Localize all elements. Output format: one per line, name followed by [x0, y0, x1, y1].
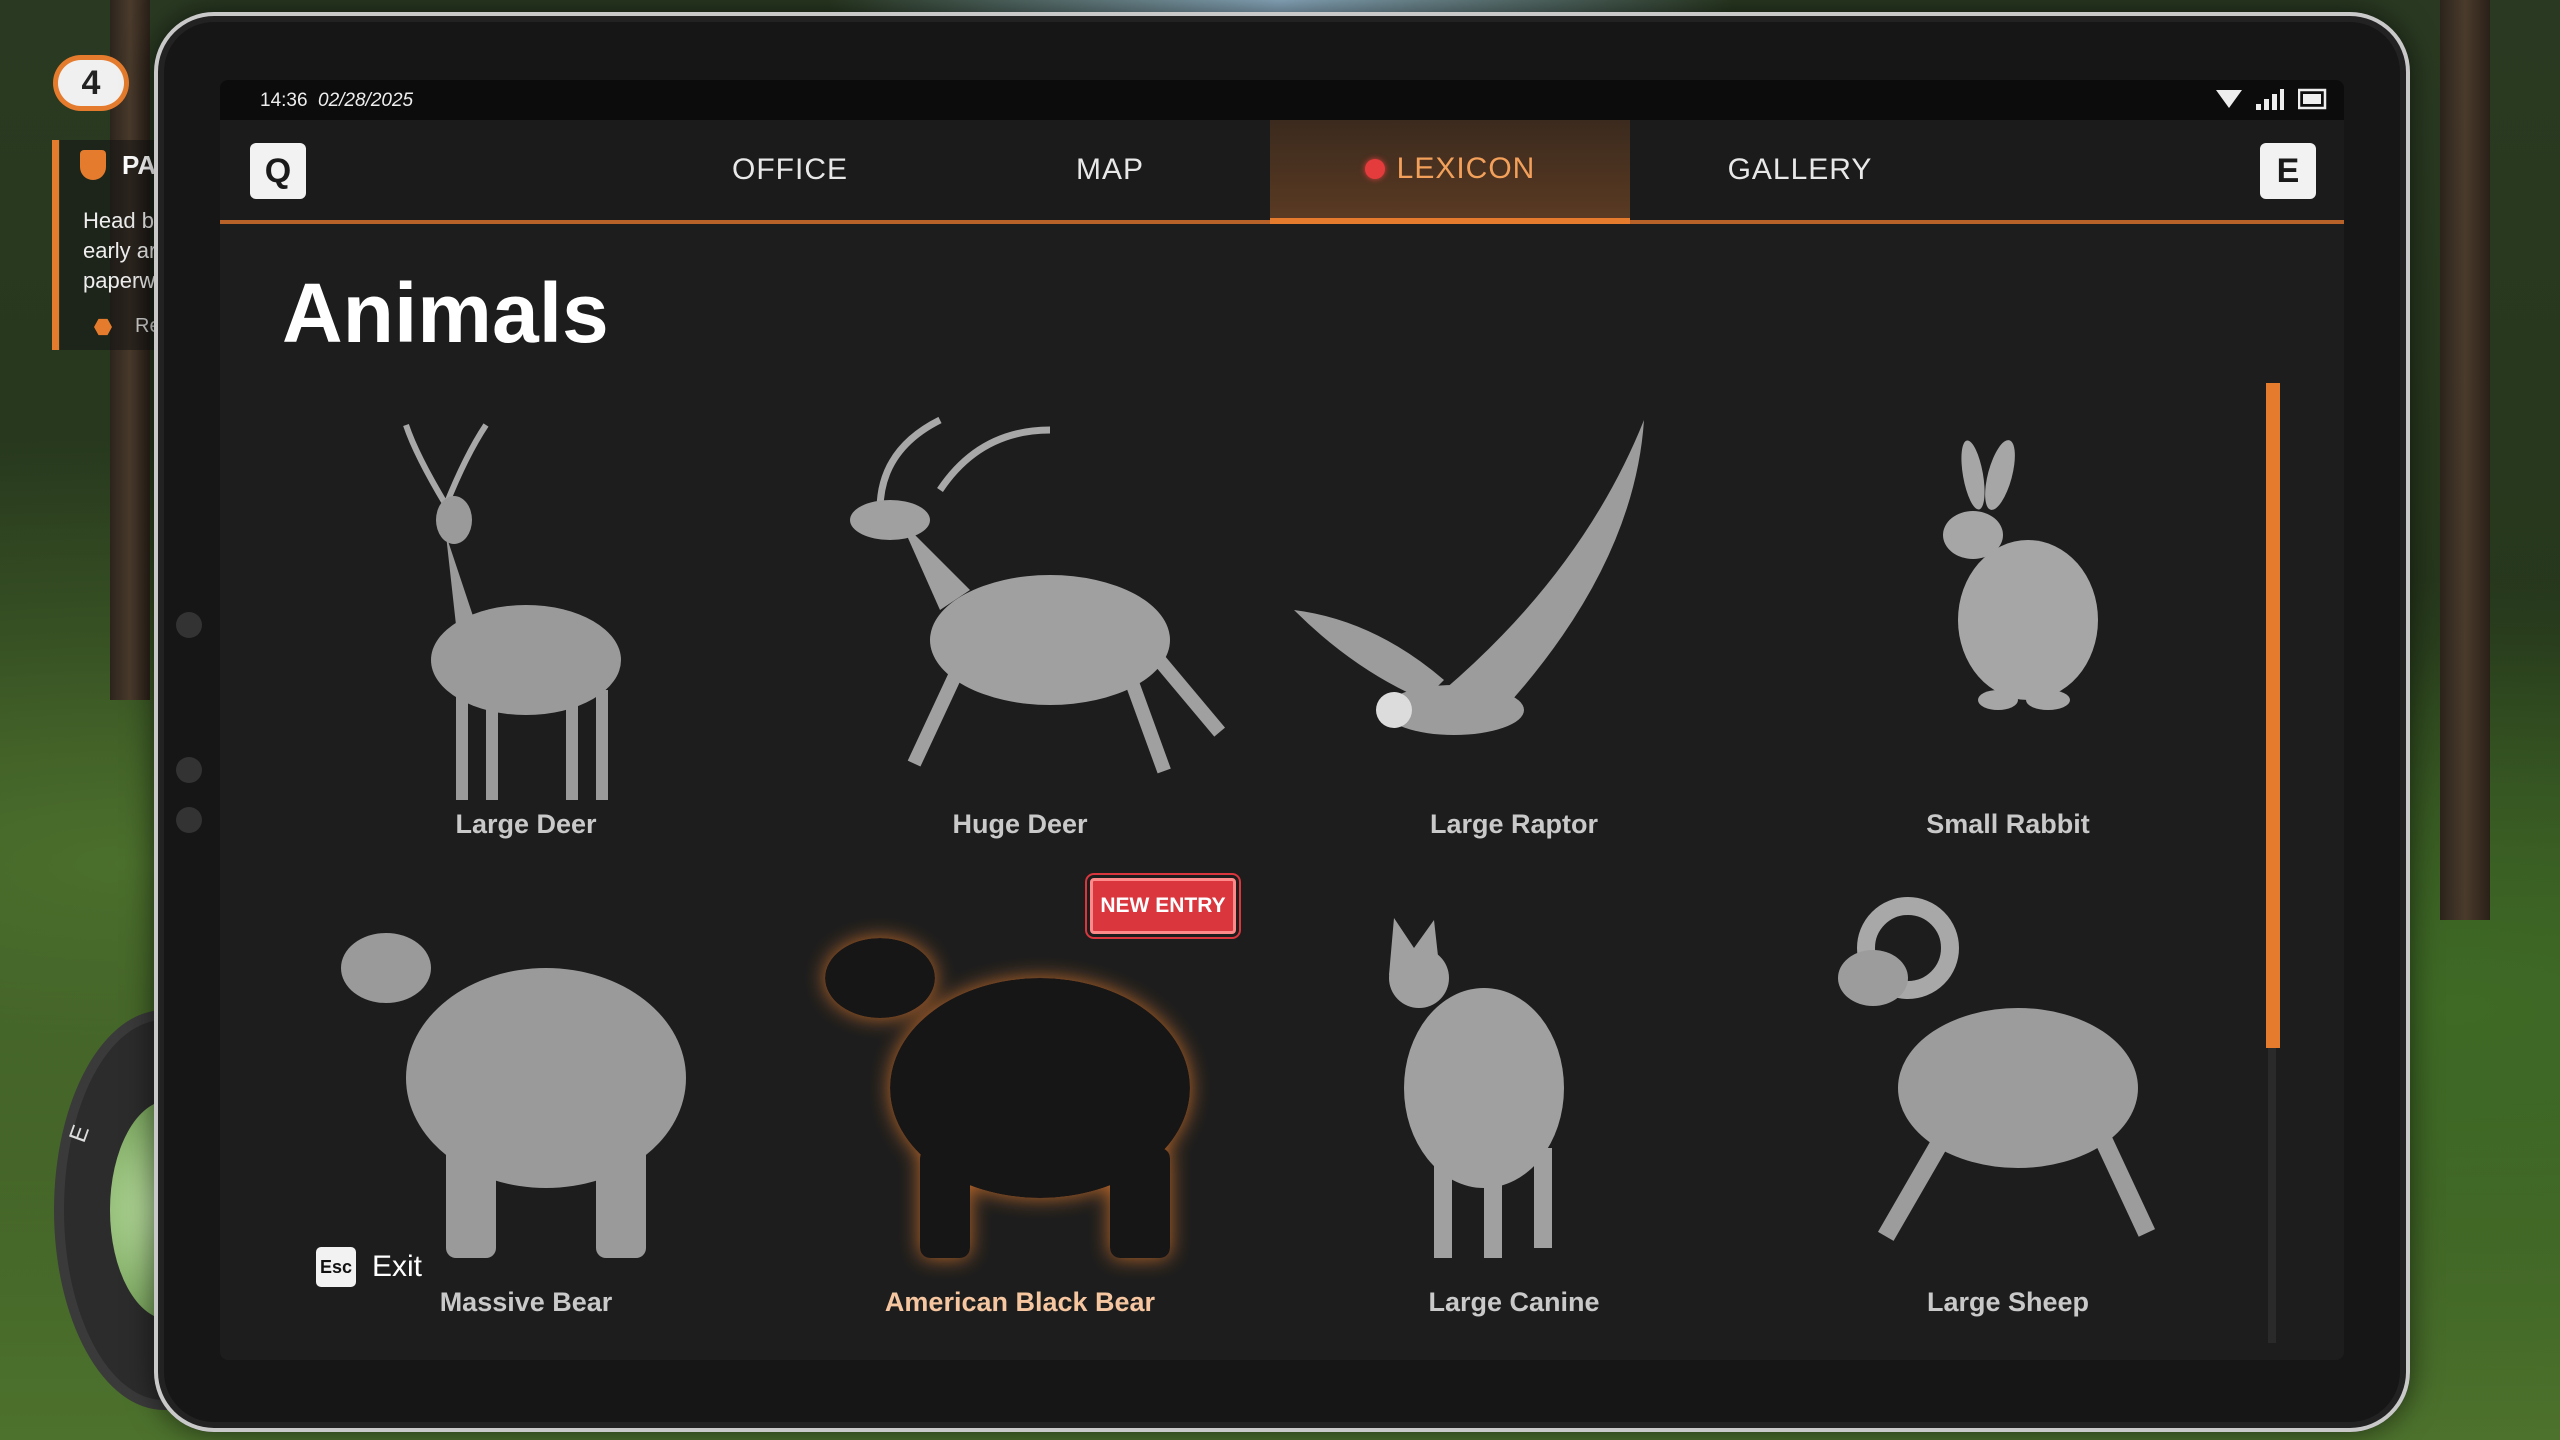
- animal-label: Large Raptor: [1429, 809, 1599, 839]
- animal-label: American Black Bear: [884, 1287, 1156, 1317]
- quest-accent-bar: [52, 140, 59, 350]
- tablet-button: [176, 612, 202, 638]
- status-icons: [2216, 88, 2328, 110]
- wifi-icon: [2216, 90, 2242, 108]
- quest-line: Head b: [83, 208, 154, 233]
- rabbit-icon: [1943, 440, 2098, 710]
- animal-card-large-deer[interactable]: Large Deer: [296, 410, 756, 840]
- animal-label: Large Deer: [455, 809, 597, 839]
- animal-label: Massive Bear: [439, 1287, 613, 1317]
- black-bear-icon: [825, 938, 1190, 1258]
- tablet-button: [176, 757, 202, 783]
- status-time: 14:36: [260, 90, 308, 111]
- tab-label: OFFICE: [732, 153, 848, 186]
- animal-card-massive-bear[interactable]: Massive Bear: [296, 888, 756, 1318]
- quest-level-badge: 4: [58, 60, 124, 106]
- new-entry-badge: NEW ENTRY: [1085, 873, 1241, 939]
- wolf-icon: [1389, 918, 1564, 1258]
- tab-bar: Q OFFICE MAP LEXICON GALLERY E: [220, 120, 2344, 224]
- animal-card-small-rabbit[interactable]: Small Rabbit: [1778, 410, 2238, 840]
- tablet-button: [176, 807, 202, 833]
- quest-line: early ar: [83, 238, 157, 263]
- tab-label: GALLERY: [1727, 153, 1873, 186]
- eagle-icon: [1294, 420, 1644, 735]
- scrollbar-thumb[interactable]: [2266, 383, 2280, 1048]
- notification-dot-icon: [1364, 159, 1385, 179]
- tab-office[interactable]: OFFICE: [670, 120, 910, 220]
- tab-lexicon[interactable]: LEXICON: [1270, 120, 1630, 224]
- animal-label: Small Rabbit: [1926, 809, 2090, 839]
- animal-card-american-black-bear[interactable]: American Black Bear: [790, 888, 1250, 1318]
- tab-map[interactable]: MAP: [1010, 120, 1210, 220]
- animal-card-large-sheep[interactable]: Large Sheep: [1778, 888, 2238, 1318]
- animal-card-large-raptor[interactable]: Large Raptor: [1284, 410, 1744, 840]
- status-bar: 14:36 02/28/2025: [220, 80, 2344, 120]
- esc-key[interactable]: Esc: [316, 1247, 356, 1287]
- quest-title: PA: [122, 150, 157, 180]
- exit-button[interactable]: Exit: [372, 1250, 422, 1284]
- animal-label: Large Sheep: [1926, 1287, 2090, 1317]
- quest-description: Head b early ar paperw: [83, 206, 163, 296]
- animal-label: Huge Deer: [952, 809, 1088, 839]
- animal-label: Large Canine: [1428, 1287, 1600, 1317]
- status-date: 02/28/2025: [318, 90, 414, 111]
- next-tab-key[interactable]: E: [2260, 143, 2316, 199]
- shield-icon: [80, 150, 106, 180]
- massive-bear-icon: [341, 933, 686, 1258]
- ram-icon: [1838, 897, 2156, 1241]
- huge-deer-icon: [850, 416, 1226, 774]
- tab-gallery[interactable]: GALLERY: [1630, 120, 1970, 220]
- tablet-screen: 14:36 02/28/2025 Q OFFICE MAP LEXICON GA…: [220, 80, 2344, 1360]
- signal-icon: [2256, 89, 2284, 110]
- tree-trunk: [110, 0, 150, 700]
- animal-card-huge-deer[interactable]: Huge Deer: [790, 410, 1250, 840]
- animal-card-large-canine[interactable]: Large Canine: [1284, 888, 1744, 1318]
- tab-label: MAP: [1075, 153, 1144, 186]
- page-title: Animals: [282, 266, 609, 360]
- quest-line: paperw: [83, 268, 156, 293]
- large-deer-icon: [403, 423, 621, 800]
- tab-label: LEXICON: [1396, 152, 1536, 185]
- tree-trunk: [2440, 0, 2490, 920]
- prev-tab-key[interactable]: Q: [250, 143, 306, 199]
- battery-icon: [2298, 88, 2327, 110]
